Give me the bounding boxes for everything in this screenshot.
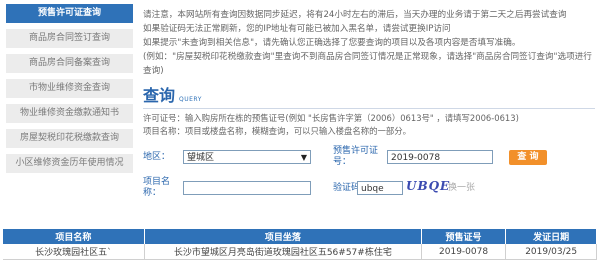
query-title: 查询	[143, 86, 176, 105]
issue-date-cell: 2019/03/25	[505, 244, 597, 260]
divider	[143, 108, 595, 109]
column-header: 发证日期	[505, 229, 597, 244]
query-tips: 许可证号：输入购房所在栋的预售证号(例如 "长房售许字第（2006）0613号"…	[143, 112, 595, 138]
column-header: 项目名称	[3, 229, 145, 244]
captcha-image-text: UBQE	[406, 179, 451, 193]
permit-number-input[interactable]: 2019-0078	[387, 150, 493, 164]
notice-line: 如果验证码无法正常刷新，您的IP地址有可能已被加入黑名单，请尝试更换IP访问	[143, 24, 451, 34]
sidebar-nav: 预售许可证查询 商品房合同签订查询 商品房合同备案查询 市物业维修资金查询 物业…	[6, 4, 133, 179]
district-value: 望城区	[187, 153, 215, 163]
captcha-image[interactable]: UBQE	[406, 179, 449, 194]
query-header: 查询 QUERY	[143, 86, 595, 106]
sidebar-item-fund-usage-history[interactable]: 小区维修资金历年使用情况	[6, 154, 133, 173]
notice-line: 如果提示"未查询到相关信息"，请先确认您正确选择了您要查询的项目以及各项内容是否…	[143, 38, 521, 48]
permit-label: 预售许可证号：	[333, 146, 379, 167]
search-form: 地区： 望城区 ▼ 预售许可证号： 2019-0078 查 询 项目名称： 验证…	[143, 146, 595, 206]
table-row[interactable]: 长沙玫瑰园社区五` 长沙市望城区月亮岛街道玫瑰园社区五56#57#栋住宅 201…	[3, 244, 597, 260]
column-header: 项目坐落	[144, 229, 422, 244]
table-header-row: 项目名称 项目坐落 预售证号 发证日期	[3, 229, 597, 244]
project-name-label: 项目名称：	[143, 177, 171, 198]
sidebar-item-contract-signing[interactable]: 商品房合同签订查询	[6, 29, 133, 48]
project-name-cell[interactable]: 长沙玫瑰园社区五`	[3, 244, 145, 260]
district-label: 地区：	[143, 152, 171, 162]
sidebar-item-fund-payment-notice[interactable]: 物业维修资金缴款通知书	[6, 104, 133, 123]
results-table: 项目名称 项目坐落 预售证号 发证日期 长沙玫瑰园社区五` 长沙市望城区月亮岛街…	[3, 229, 597, 260]
tip-line: 项目名称：项目或楼盘名称，模糊查询，可以只输入楼盘名称的一部分。	[143, 126, 411, 136]
tip-line: 许可证号：输入购房所在栋的预售证号(例如 "长房售许字第（2006）0613号"…	[143, 113, 519, 123]
query-subtitle: QUERY	[179, 96, 202, 103]
notice-line: 请注意，本网站所有查询因数据同步延迟，将有24小时左右的滞后，当天办理的业务请于…	[143, 10, 567, 20]
project-name-input[interactable]	[183, 181, 311, 195]
permit-number-cell: 2019-0078	[421, 244, 507, 260]
search-button[interactable]: 查 询	[509, 150, 547, 165]
sidebar-item-contract-filing[interactable]: 商品房合同备案查询	[6, 54, 133, 73]
notice-block: 请注意，本网站所有查询因数据同步延迟，将有24小时左右的滞后，当天办理的业务请于…	[143, 8, 595, 78]
sidebar-item-deed-tax-payment[interactable]: 房屋契税印花税缴款查询	[6, 129, 133, 148]
refresh-captcha-link[interactable]: 换一张	[448, 180, 475, 193]
chevron-down-icon: ▼	[300, 153, 307, 162]
notice-line: (例如："房屋契税印花税缴款查询"里查询不到商品房合同签订情况是正常现象，请选择…	[143, 52, 592, 76]
captcha-input[interactable]: ubqe	[357, 181, 403, 195]
sidebar-item-maintenance-fund[interactable]: 市物业维修资金查询	[6, 79, 133, 98]
sidebar-item-presale-permit[interactable]: 预售许可证查询	[6, 4, 133, 23]
column-header: 预售证号	[421, 229, 507, 244]
main-content: 请注意，本网站所有查询因数据同步延迟，将有24小时左右的滞后，当天办理的业务请于…	[143, 8, 595, 206]
district-select[interactable]: 望城区 ▼	[183, 150, 311, 164]
project-location-cell: 长沙市望城区月亮岛街道玫瑰园社区五56#57#栋住宅	[144, 244, 422, 260]
